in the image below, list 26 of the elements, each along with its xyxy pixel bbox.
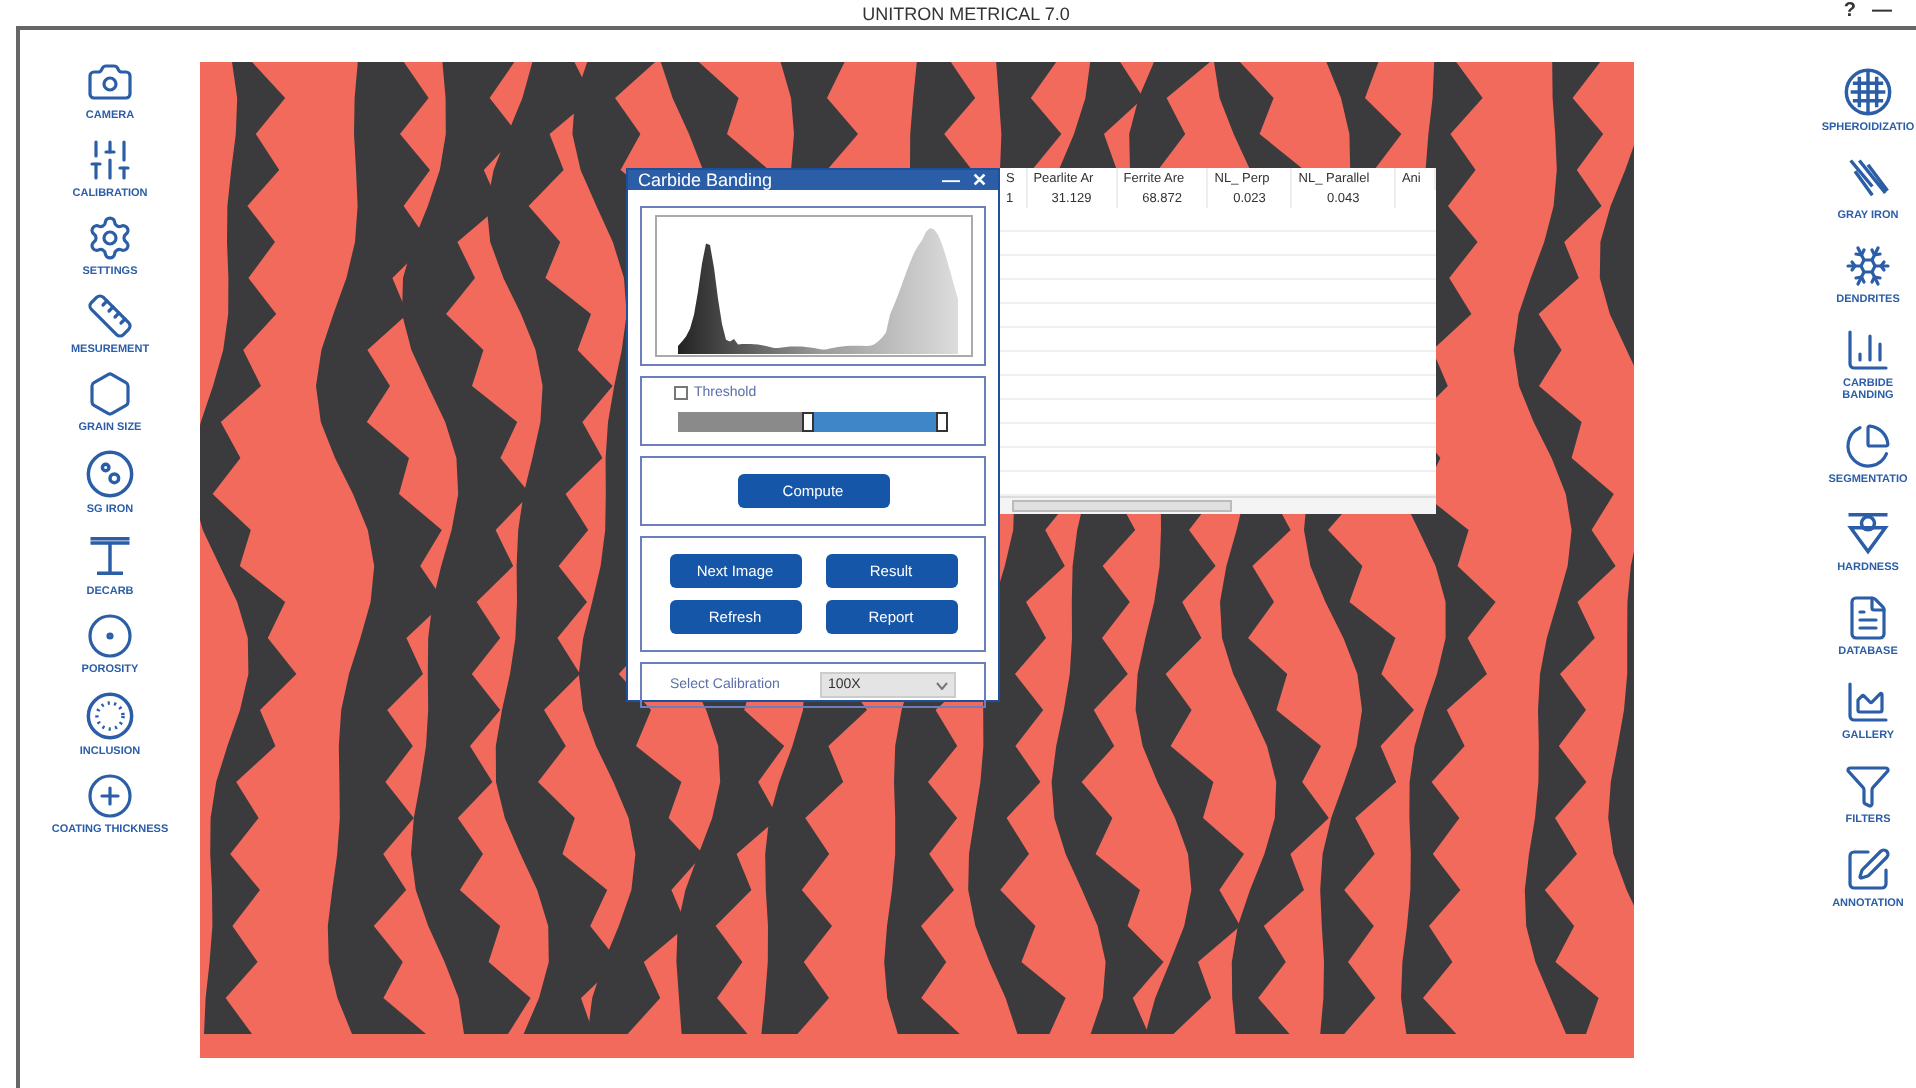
- document-icon: [1844, 594, 1892, 642]
- close-button[interactable]: ✕: [972, 170, 988, 190]
- dialog-title: Carbide Banding: [638, 170, 775, 190]
- area-chart-icon: [1844, 678, 1892, 726]
- hexagon-icon: [86, 370, 134, 418]
- speckled-circle-icon: [84, 690, 136, 742]
- sliders-icon: [86, 136, 134, 184]
- bar-chart-icon: [1844, 326, 1892, 374]
- horizontal-scrollbar[interactable]: [1000, 496, 1436, 514]
- plus-circle-icon: [86, 772, 134, 820]
- minimize-button[interactable]: —: [942, 170, 960, 190]
- dot-circle-icon: [86, 612, 134, 660]
- minimize-button[interactable]: —: [1872, 0, 1892, 24]
- funnel-icon: [1844, 762, 1892, 810]
- camera-icon: [86, 58, 134, 106]
- grid-circle-icon: [1842, 66, 1894, 118]
- pen-square-icon: [1844, 846, 1892, 894]
- ruler-icon: [86, 292, 134, 340]
- pie-chart-icon: [1844, 422, 1892, 470]
- threshold-slider[interactable]: [678, 412, 948, 432]
- window-title: UNITRON METRICAL 7.0: [862, 3, 1070, 23]
- circle-dots-icon: [84, 448, 136, 500]
- snowflake-icon: [1844, 242, 1892, 290]
- gear-icon: [86, 214, 134, 262]
- chevron-down-icon: [936, 681, 948, 689]
- help-button[interactable]: ?: [1843, 0, 1856, 24]
